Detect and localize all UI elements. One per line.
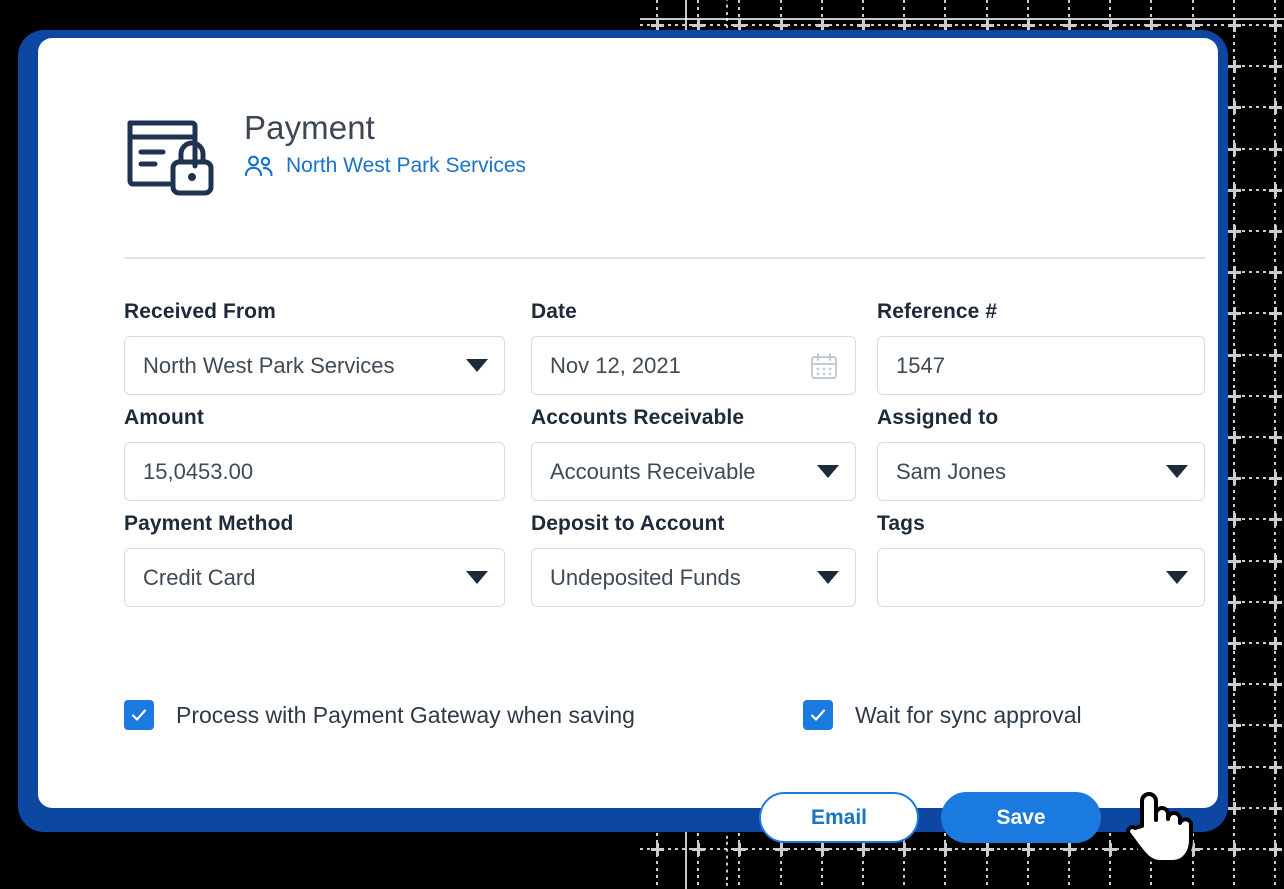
amount-input[interactable]: 15,0453.00 [124,442,505,501]
received-from-select[interactable]: North West Park Services [124,336,505,395]
payment-method-select[interactable]: Credit Card [124,548,505,607]
form-row: Payment Method Credit Card Deposit to Ac… [124,512,1207,607]
payment-form: Received From North West Park Services D… [124,300,1207,618]
credit-card-lock-icon [124,110,216,198]
field-label: Tags [877,512,925,535]
customer-link[interactable]: North West Park Services [286,154,526,178]
tags-select[interactable] [877,548,1205,607]
checkbox-label: Process with Payment Gateway when saving [176,701,635,728]
title-block: Payment North West Park Services [244,106,526,178]
email-button[interactable]: Email [759,792,919,843]
accounts-receivable-value: Accounts Receivable [550,458,756,484]
chevron-down-icon [1166,465,1188,478]
date-input[interactable]: Nov 12, 2021 [531,336,856,395]
checkbox-checked-icon[interactable] [124,700,154,730]
field-payment-method: Payment Method Credit Card [124,512,529,607]
field-assigned-to: Assigned to Sam Jones [877,406,1207,501]
checkbox-process-gateway[interactable]: Process with Payment Gateway when saving [124,700,635,730]
field-label: Amount [124,406,204,429]
header-divider [124,257,1205,259]
window-frame: Payment North West Park Services Receive… [18,30,1228,843]
date-value: Nov 12, 2021 [550,352,681,378]
field-label: Reference # [877,300,998,323]
assigned-to-value: Sam Jones [896,458,1007,484]
chevron-down-icon [817,465,839,478]
form-row: Received From North West Park Services D… [124,300,1207,395]
checkbox-checked-icon[interactable] [802,700,833,730]
action-buttons: Email Save [759,792,1101,843]
checkbox-label: Wait for sync approval [854,701,1082,728]
field-label: Assigned to [877,406,999,429]
save-button[interactable]: Save [941,792,1101,843]
chevron-down-icon [466,359,488,372]
people-icon [244,155,274,177]
checkbox-wait-sync[interactable]: Wait for sync approval [802,700,1082,730]
field-amount: Amount 15,0453.00 [124,406,529,501]
subtitle-row[interactable]: North West Park Services [244,154,526,178]
field-accounts-receivable: Accounts Receivable Accounts Receivable [529,406,877,501]
checkbox-row: Process with Payment Gateway when saving… [124,700,1207,730]
payment-method-value: Credit Card [143,564,256,590]
field-label: Received From [124,300,276,323]
reference-value: 1547 [896,352,945,378]
field-label: Date [531,300,577,323]
deposit-to-account-select[interactable]: Undeposited Funds [531,548,856,607]
deposit-to-account-value: Undeposited Funds [550,564,741,590]
chevron-down-icon [817,571,839,584]
assigned-to-select[interactable]: Sam Jones [877,442,1205,501]
form-row: Amount 15,0453.00 Accounts Receivable Ac… [124,406,1207,501]
amount-value: 15,0453.00 [143,458,254,484]
page-title: Payment [244,109,375,146]
field-reference: Reference # 1547 [877,300,1207,395]
received-from-value: North West Park Services [143,352,395,378]
field-date: Date Nov 12, 2021 [529,300,877,395]
card-header: Payment North West Park Services [124,106,526,198]
chevron-down-icon [1166,571,1188,584]
calendar-icon[interactable] [809,351,839,381]
field-received-from: Received From North West Park Services [124,300,529,395]
field-label: Deposit to Account [531,512,725,535]
payment-card: Payment North West Park Services Receive… [38,38,1218,843]
field-label: Payment Method [124,512,294,535]
field-deposit-to-account: Deposit to Account Undeposited Funds [529,512,877,607]
chevron-down-icon [466,571,488,584]
accounts-receivable-select[interactable]: Accounts Receivable [531,442,856,501]
reference-input[interactable]: 1547 [877,336,1205,395]
field-label: Accounts Receivable [531,406,745,429]
grid-horizontal-line [640,848,1284,850]
field-tags: Tags [877,512,1207,607]
grid-horizontal-line [640,24,1284,26]
grid-vertical-line [1232,0,1235,889]
grid-vertical-line [1274,0,1276,889]
